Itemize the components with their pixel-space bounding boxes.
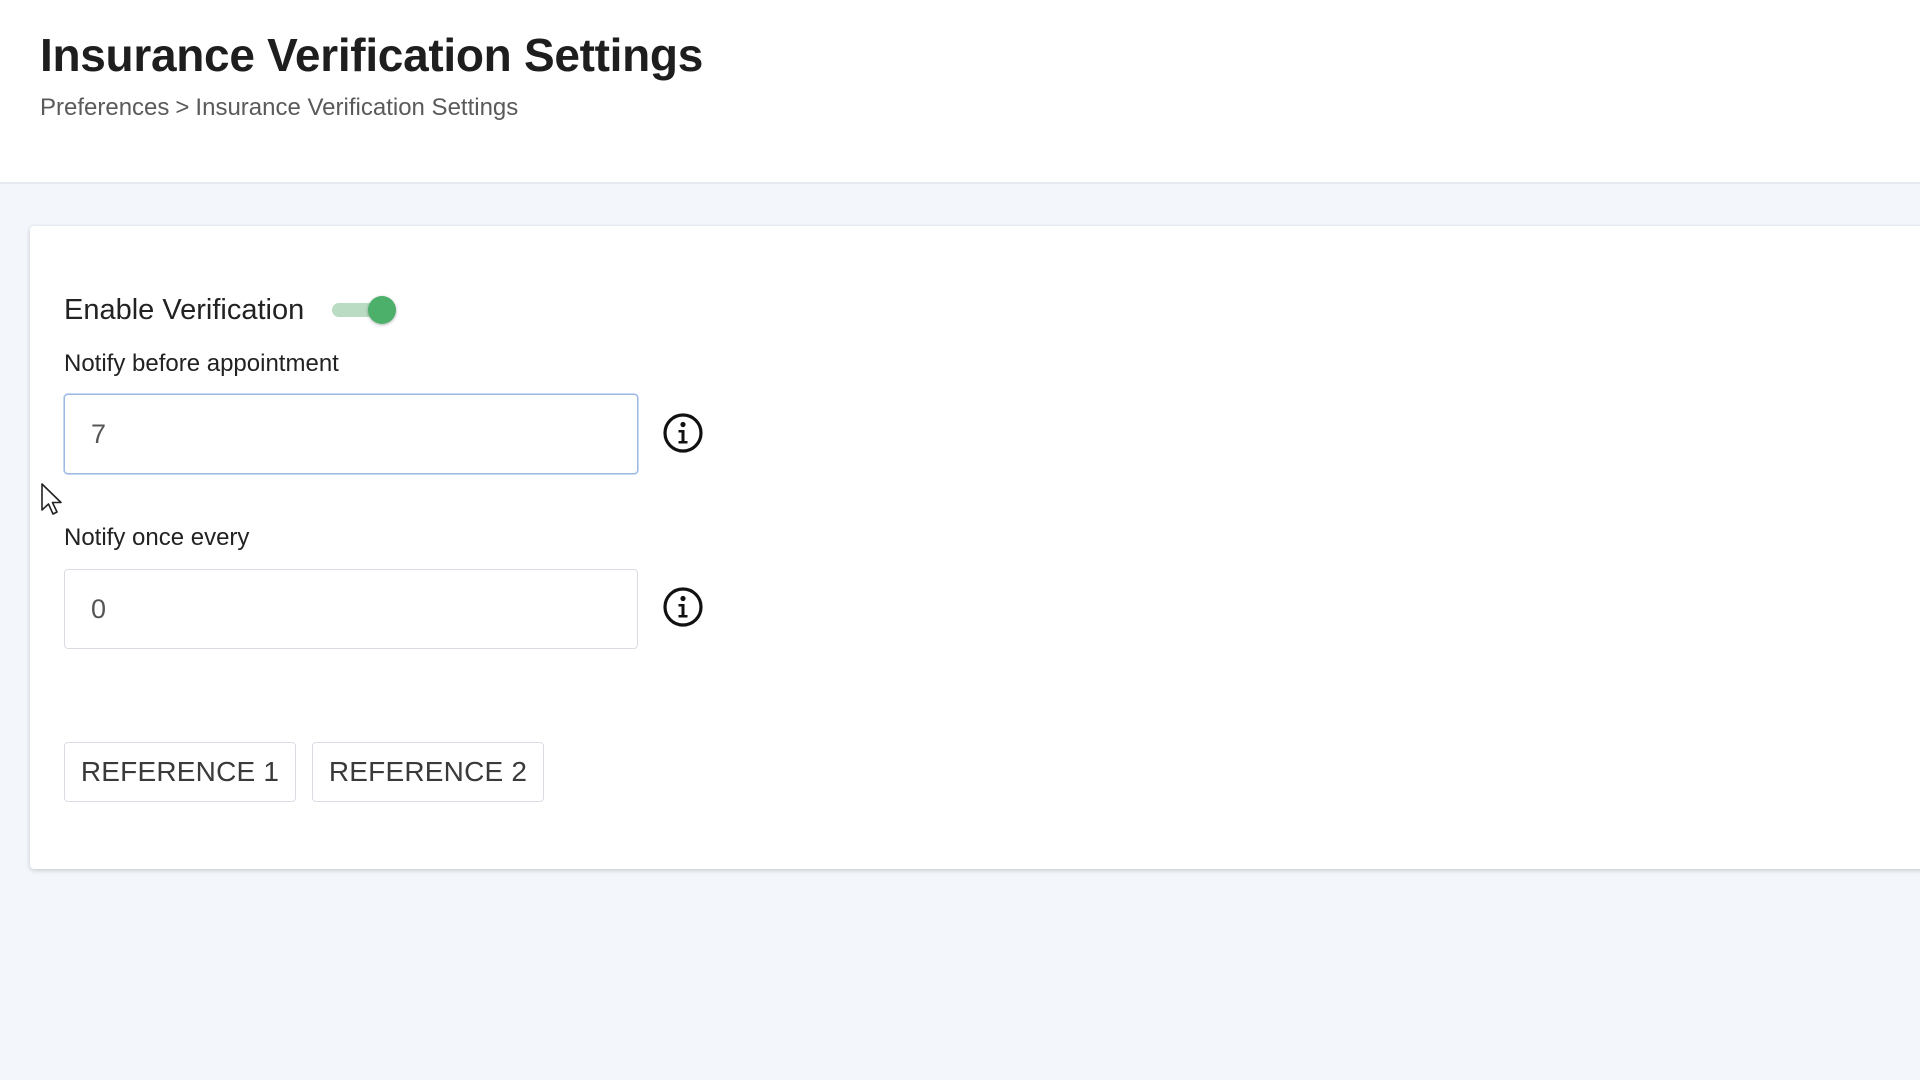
info-icon[interactable] (662, 586, 704, 628)
notify-before-label: Notify before appointment (64, 350, 339, 377)
reference-1-button[interactable]: REFERENCE 1 (64, 742, 296, 802)
page-header: Insurance Verification Settings Preferen… (0, 0, 1920, 184)
enable-verification-label: Enable Verification (64, 293, 305, 326)
enable-verification-row: Enable Verification (64, 292, 400, 328)
reference-2-button[interactable]: REFERENCE 2 (312, 742, 544, 802)
breadcrumb: Preferences > Insurance Verification Setti… (40, 94, 518, 122)
settings-card: Enable Verification Notify before appoin… (30, 226, 1920, 869)
enable-verification-toggle[interactable] (330, 292, 400, 328)
breadcrumb-preferences-link[interactable]: Preferences (40, 94, 169, 121)
notify-before-input[interactable] (64, 394, 638, 474)
notify-every-label: Notify once every (64, 524, 250, 551)
breadcrumb-separator: > (175, 94, 190, 121)
info-icon[interactable] (662, 412, 704, 454)
notify-every-input[interactable] (64, 569, 638, 649)
breadcrumb-current: Insurance Verification Settings (195, 94, 519, 121)
page-title: Insurance Verification Settings (40, 29, 704, 81)
mouse-cursor-icon (41, 483, 62, 515)
toggle-thumb (368, 296, 397, 324)
